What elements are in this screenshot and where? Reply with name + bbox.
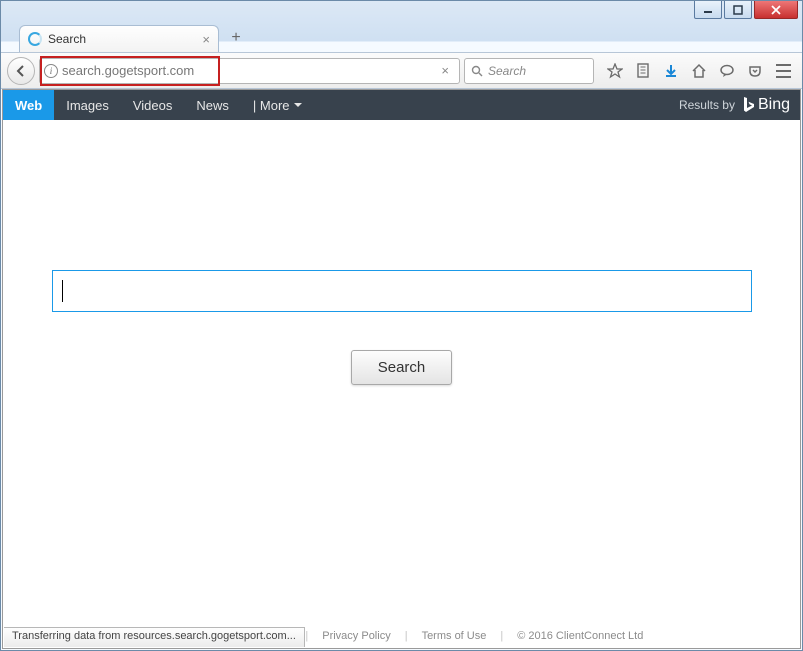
page-content: Web Images Videos News | More Results by… [2, 89, 801, 649]
nav-more[interactable]: | More [241, 90, 314, 120]
bing-logo: Bing [741, 96, 790, 114]
tab-search[interactable]: Search × [19, 25, 219, 52]
bookmark-star-icon[interactable] [602, 58, 628, 84]
maximize-button[interactable] [724, 1, 752, 19]
window-titlebar [1, 1, 802, 23]
search-nav-bar: Web Images Videos News | More Results by… [3, 90, 800, 120]
chat-icon[interactable] [714, 58, 740, 84]
status-bar: Transferring data from resources.search.… [4, 627, 305, 647]
downloads-icon[interactable] [658, 58, 684, 84]
text-cursor [62, 280, 63, 302]
nav-news[interactable]: News [184, 90, 241, 120]
loading-spinner-icon [28, 32, 42, 46]
footer-copyright: © 2016 ClientConnect Ltd [509, 630, 651, 642]
results-by-label: Results by [679, 98, 735, 112]
main-search-button[interactable]: Search [351, 350, 453, 385]
arrow-left-icon [14, 64, 28, 78]
bing-text: Bing [758, 96, 790, 114]
footer-link-privacy[interactable]: Privacy Policy [314, 630, 398, 642]
back-button[interactable] [7, 57, 35, 85]
footer-link-terms[interactable]: Terms of Use [414, 630, 495, 642]
nav-web[interactable]: Web [3, 90, 54, 120]
search-hero: Search [3, 120, 800, 385]
search-placeholder: Search [488, 64, 526, 78]
browser-search-box[interactable]: Search [464, 58, 594, 84]
url-text: search.gogetsport.com [62, 63, 435, 78]
home-icon[interactable] [686, 58, 712, 84]
tab-title: Search [48, 32, 86, 46]
tab-close-icon[interactable]: × [202, 32, 210, 47]
new-tab-button[interactable]: + [225, 27, 247, 49]
reading-list-icon[interactable] [630, 58, 656, 84]
minimize-button[interactable] [694, 1, 722, 19]
clear-url-icon[interactable]: × [435, 63, 455, 78]
browser-window: Search × + i search.gogetsport.com × Sea… [0, 0, 803, 651]
browser-toolbar: i search.gogetsport.com × Search [1, 52, 802, 89]
menu-button[interactable] [770, 58, 796, 84]
close-button[interactable] [754, 1, 798, 19]
tab-strip: Search × + [1, 23, 802, 52]
nav-images[interactable]: Images [54, 90, 121, 120]
address-bar[interactable]: i search.gogetsport.com × [39, 58, 460, 84]
nav-videos[interactable]: Videos [121, 90, 185, 120]
main-search-input[interactable] [52, 270, 752, 312]
site-info-icon[interactable]: i [44, 64, 58, 78]
search-icon [471, 65, 483, 77]
toolbar-icons [602, 58, 796, 84]
pocket-icon[interactable] [742, 58, 768, 84]
